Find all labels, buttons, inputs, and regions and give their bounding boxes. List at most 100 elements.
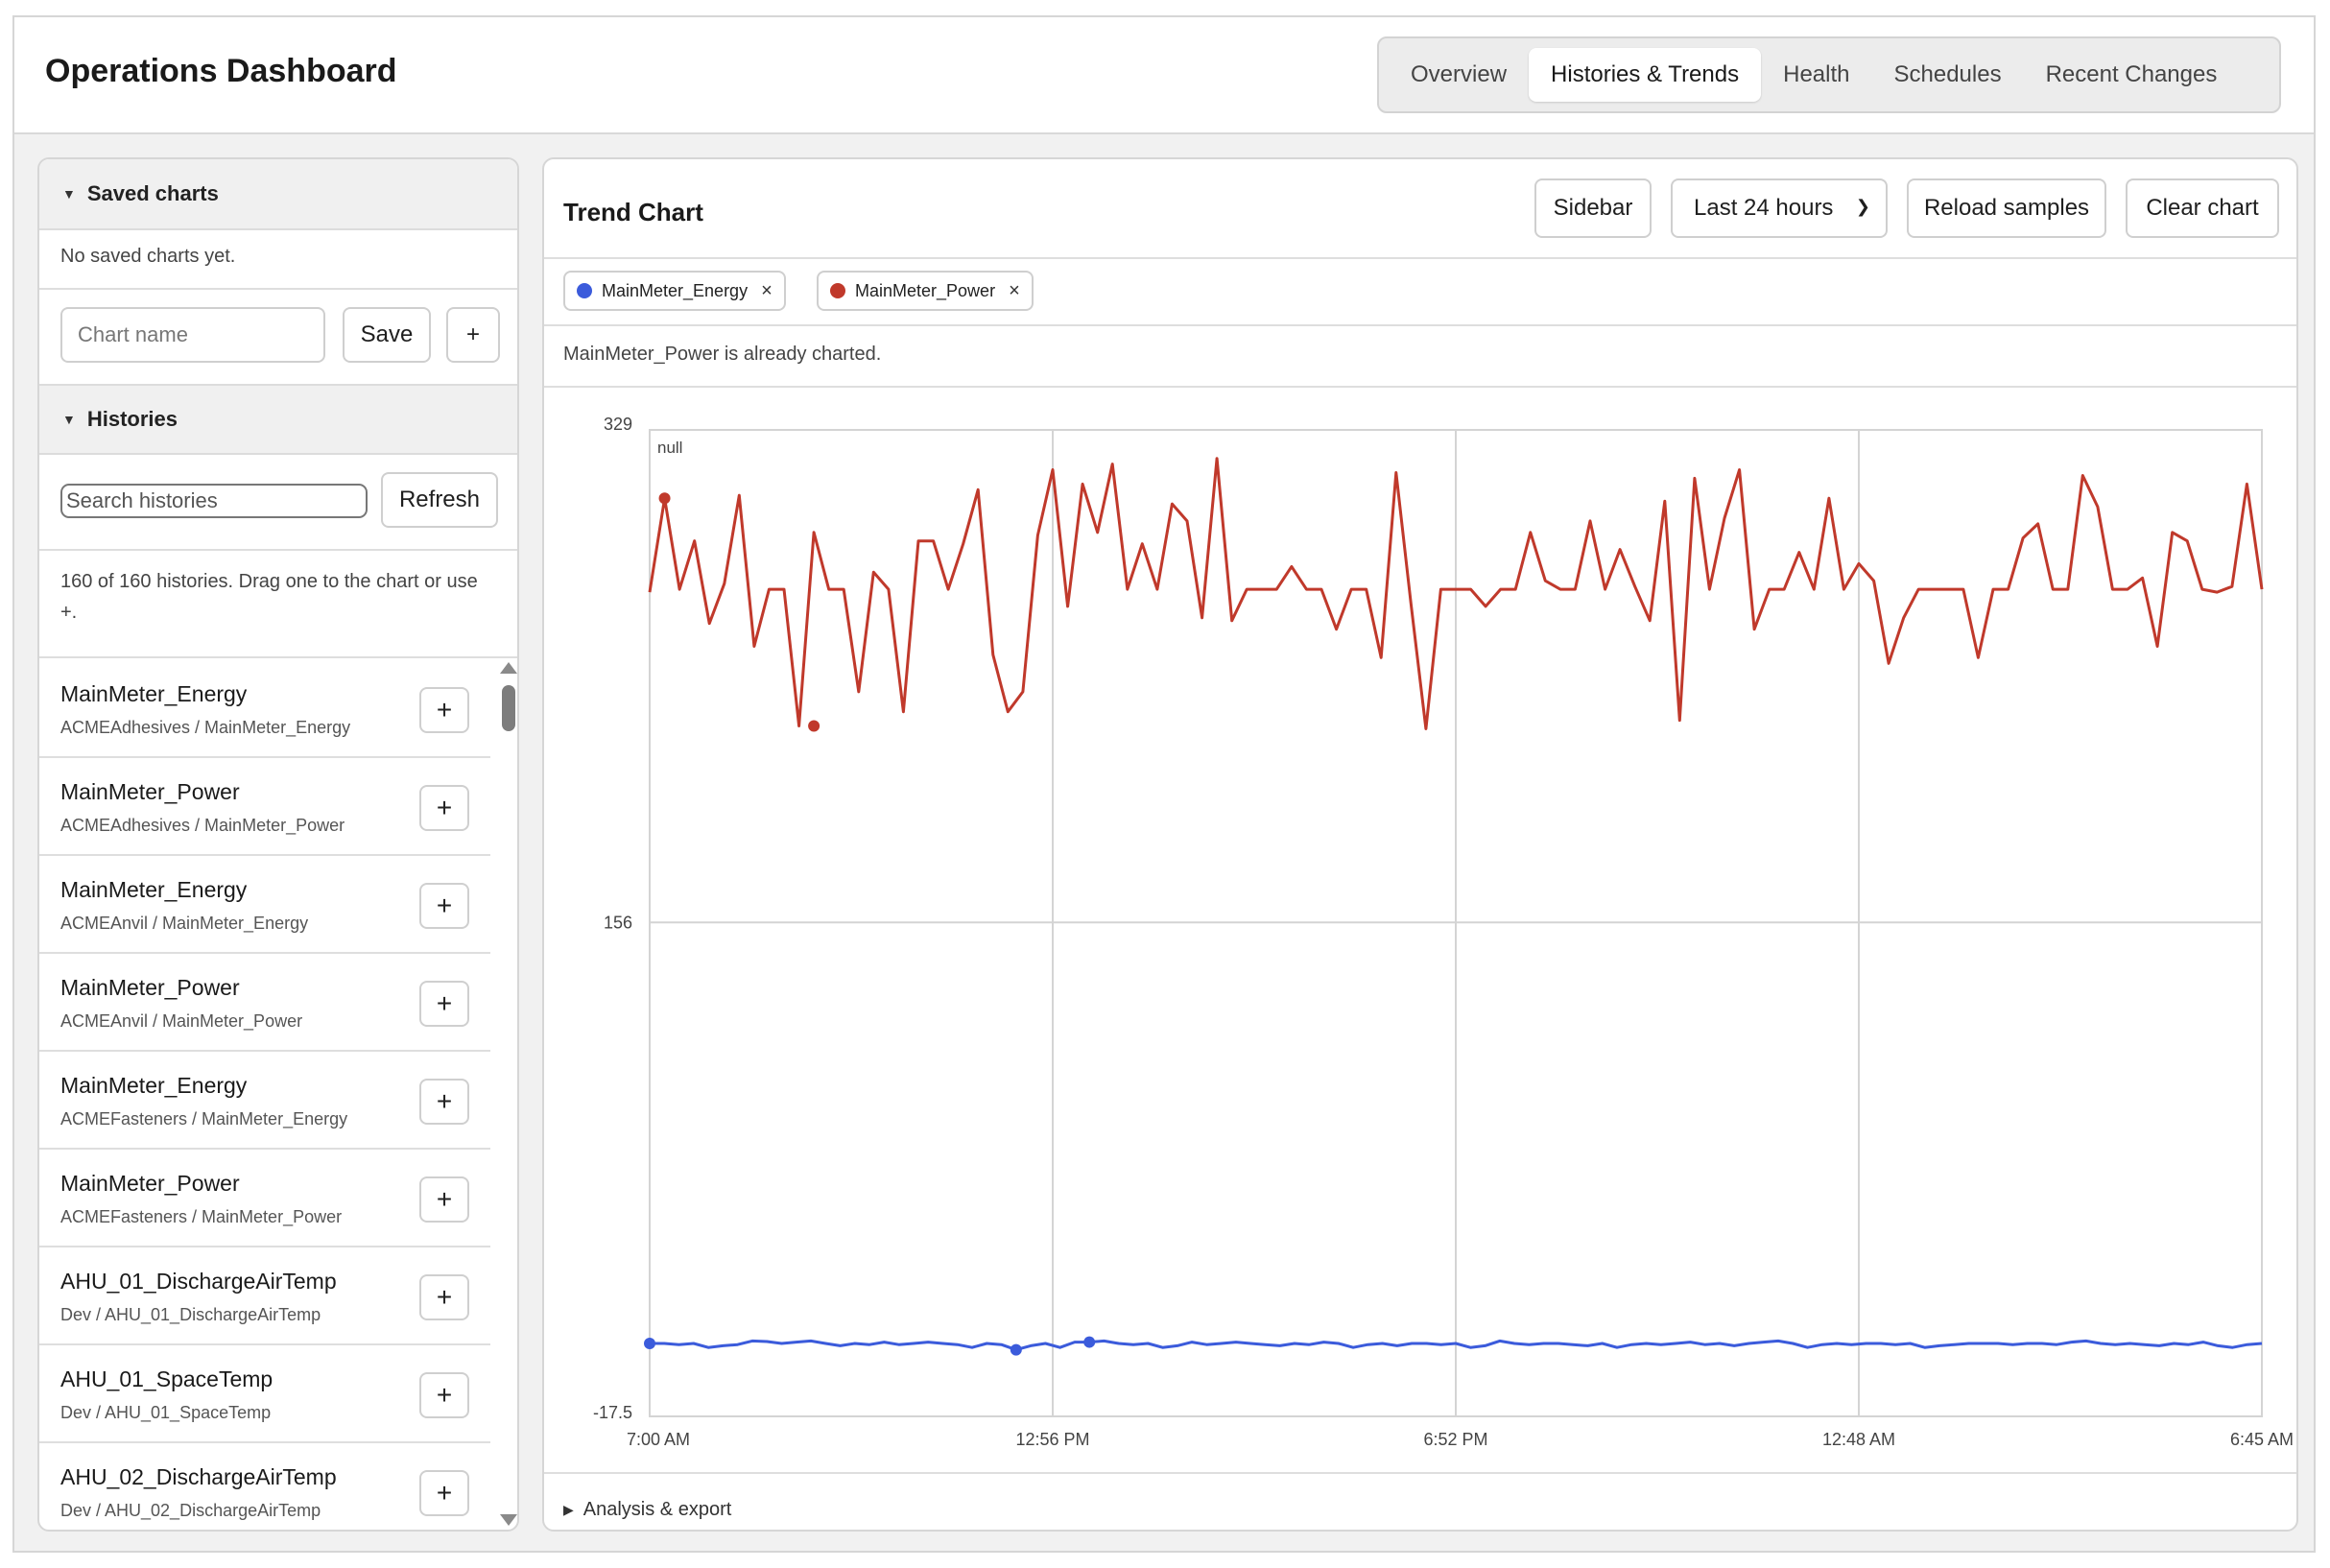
add-history-button[interactable]: +: [419, 883, 469, 929]
reload-samples-button[interactable]: Reload samples: [1907, 178, 2106, 238]
add-history-button[interactable]: +: [419, 1176, 469, 1223]
tab-health[interactable]: Health: [1761, 48, 1871, 102]
tab-schedules[interactable]: Schedules: [1871, 48, 2023, 102]
search-histories-input[interactable]: Search histories: [60, 484, 368, 518]
trend-chart-title: Trend Chart: [563, 198, 703, 226]
add-chart-button[interactable]: +: [446, 307, 500, 363]
history-path: ACMEAdhesives / MainMeter_Power: [60, 816, 345, 835]
list-item[interactable]: MainMeter_Power ACMEAnvil / MainMeter_Po…: [39, 954, 490, 1052]
scroll-up-icon[interactable]: [500, 662, 517, 674]
y-tick-label: 329: [604, 415, 632, 434]
refresh-button[interactable]: Refresh: [381, 472, 498, 528]
x-tick-label: 7:00 AM: [627, 1430, 690, 1449]
caret-down-icon: ▼: [62, 186, 76, 202]
divider: [544, 1472, 2296, 1474]
history-path: ACMEAdhesives / MainMeter_Energy: [60, 718, 351, 737]
x-tick-label: 12:48 AM: [1822, 1430, 1895, 1449]
trend-chart[interactable]: 329 156 -17.5 7:00 AM 12:56 PM 6:52 PM 12:48 A…: [544, 399, 2296, 1474]
chart-notice: MainMeter_Power is already charted.: [563, 344, 882, 365]
histories-header[interactable]: ▼ Histories: [39, 384, 517, 455]
saved-charts-title: Saved charts: [86, 181, 219, 205]
add-history-button[interactable]: +: [419, 1470, 469, 1516]
save-chart-button[interactable]: Save: [343, 307, 431, 363]
close-icon[interactable]: ×: [761, 280, 773, 302]
histories-title: Histories: [86, 407, 178, 431]
history-path: Dev / AHU_01_DischargeAirTemp: [60, 1305, 321, 1324]
data-point: [658, 492, 671, 505]
divider: [39, 549, 517, 551]
tab-histories-trends[interactable]: Histories & Trends: [1529, 48, 1762, 102]
data-point: [1083, 1336, 1096, 1348]
series-chip-power[interactable]: MainMeter_Power ×: [817, 271, 1034, 311]
history-path: ACMEAnvil / MainMeter_Power: [60, 1011, 303, 1031]
saved-charts-empty: No saved charts yet.: [60, 246, 236, 267]
divider: [544, 386, 2296, 388]
series-color-dot: [830, 283, 845, 298]
x-tick-label: 6:45 AM: [2230, 1430, 2294, 1449]
clear-chart-button[interactable]: Clear chart: [2126, 178, 2279, 238]
history-name: MainMeter_Power: [60, 1171, 240, 1196]
divider: [544, 257, 2296, 259]
series-chip-label: MainMeter_Power: [855, 280, 996, 300]
divider: [39, 288, 517, 290]
trend-chart-svg: 329 156 -17.5 7:00 AM 12:56 PM 6:52 PM 12:48 A…: [593, 415, 2294, 1449]
range-select[interactable]: Last 24 hours ❯: [1671, 178, 1888, 238]
header: Operations Dashboard Overview Histories …: [14, 17, 2314, 134]
add-history-button[interactable]: +: [419, 1372, 469, 1418]
chart-annotation: null: [657, 439, 682, 457]
chart-name-input[interactable]: Chart name: [60, 307, 325, 363]
tab-overview[interactable]: Overview: [1389, 48, 1529, 102]
tab-bar: Overview Histories & Trends Health Sched…: [1377, 36, 2281, 113]
list-item[interactable]: MainMeter_Energy ACMEFasteners / MainMet…: [39, 1052, 490, 1150]
history-path: ACMEAnvil / MainMeter_Energy: [60, 914, 309, 933]
divider: [39, 656, 517, 658]
list-item[interactable]: MainMeter_Power ACMEAdhesives / MainMete…: [39, 758, 490, 856]
add-history-button[interactable]: +: [419, 1079, 469, 1125]
tab-recent-changes[interactable]: Recent Changes: [2024, 48, 2240, 102]
divider: [544, 324, 2296, 326]
histories-count: 160 of 160 histories. Drag one to the ch…: [60, 571, 478, 623]
scroll-down-icon[interactable]: [500, 1514, 517, 1526]
saved-charts-header[interactable]: ▼ Saved charts: [39, 159, 517, 230]
history-name: AHU_02_DischargeAirTemp: [60, 1464, 337, 1489]
history-name: AHU_01_DischargeAirTemp: [60, 1269, 337, 1294]
list-item[interactable]: AHU_02_DischargeAirTemp Dev / AHU_02_Dis…: [39, 1443, 490, 1530]
y-tick-label: 156: [604, 913, 632, 932]
series-chip-label: MainMeter_Energy: [602, 280, 749, 300]
caret-right-icon: ▶: [563, 1502, 574, 1517]
scroll-thumb[interactable]: [502, 685, 515, 731]
history-name: MainMeter_Energy: [60, 1073, 248, 1098]
sidebar-toggle-button[interactable]: Sidebar: [1534, 178, 1652, 238]
add-history-button[interactable]: +: [419, 785, 469, 831]
list-item[interactable]: MainMeter_Energy ACMEAdhesives / MainMet…: [39, 660, 490, 758]
list-scrollbar[interactable]: [496, 660, 517, 1530]
chevron-down-icon: ❯: [1855, 197, 1870, 216]
history-name: MainMeter_Power: [60, 975, 240, 1000]
histories-list: MainMeter_Energy ACMEAdhesives / MainMet…: [39, 660, 490, 1530]
history-name: MainMeter_Energy: [60, 877, 248, 902]
history-name: MainMeter_Energy: [60, 681, 248, 706]
data-point: [808, 720, 820, 732]
x-tick-label: 6:52 PM: [1423, 1430, 1487, 1449]
add-history-button[interactable]: +: [419, 1274, 469, 1320]
list-item[interactable]: AHU_01_DischargeAirTemp Dev / AHU_01_Dis…: [39, 1247, 490, 1345]
caret-down-icon: ▼: [62, 412, 76, 427]
series-chip-energy[interactable]: MainMeter_Energy ×: [563, 271, 786, 311]
trend-chart-card: Trend Chart Sidebar Last 24 hours ❯ Relo…: [542, 157, 2298, 1532]
add-history-button[interactable]: +: [419, 981, 469, 1027]
y-tick-label: -17.5: [593, 1403, 632, 1422]
range-select-value: Last 24 hours: [1694, 195, 1834, 221]
app-frame: Operations Dashboard Overview Histories …: [12, 15, 2316, 1553]
history-path: ACMEFasteners / MainMeter_Power: [60, 1207, 343, 1226]
analysis-export-label: Analysis & export: [582, 1499, 732, 1520]
add-history-button[interactable]: +: [419, 687, 469, 733]
list-item[interactable]: AHU_01_SpaceTemp Dev / AHU_01_SpaceTemp …: [39, 1345, 490, 1443]
history-path: Dev / AHU_02_DischargeAirTemp: [60, 1501, 321, 1520]
page-title: Operations Dashboard: [45, 53, 397, 89]
sidebar: ▼ Saved charts No saved charts yet. Char…: [37, 157, 519, 1532]
close-icon[interactable]: ×: [1009, 280, 1020, 302]
list-item[interactable]: MainMeter_Energy ACMEAnvil / MainMeter_E…: [39, 856, 490, 954]
analysis-export-toggle[interactable]: ▶ Analysis & export: [563, 1499, 731, 1521]
x-tick-label: 12:56 PM: [1015, 1430, 1089, 1449]
list-item[interactable]: MainMeter_Power ACMEFasteners / MainMete…: [39, 1150, 490, 1247]
